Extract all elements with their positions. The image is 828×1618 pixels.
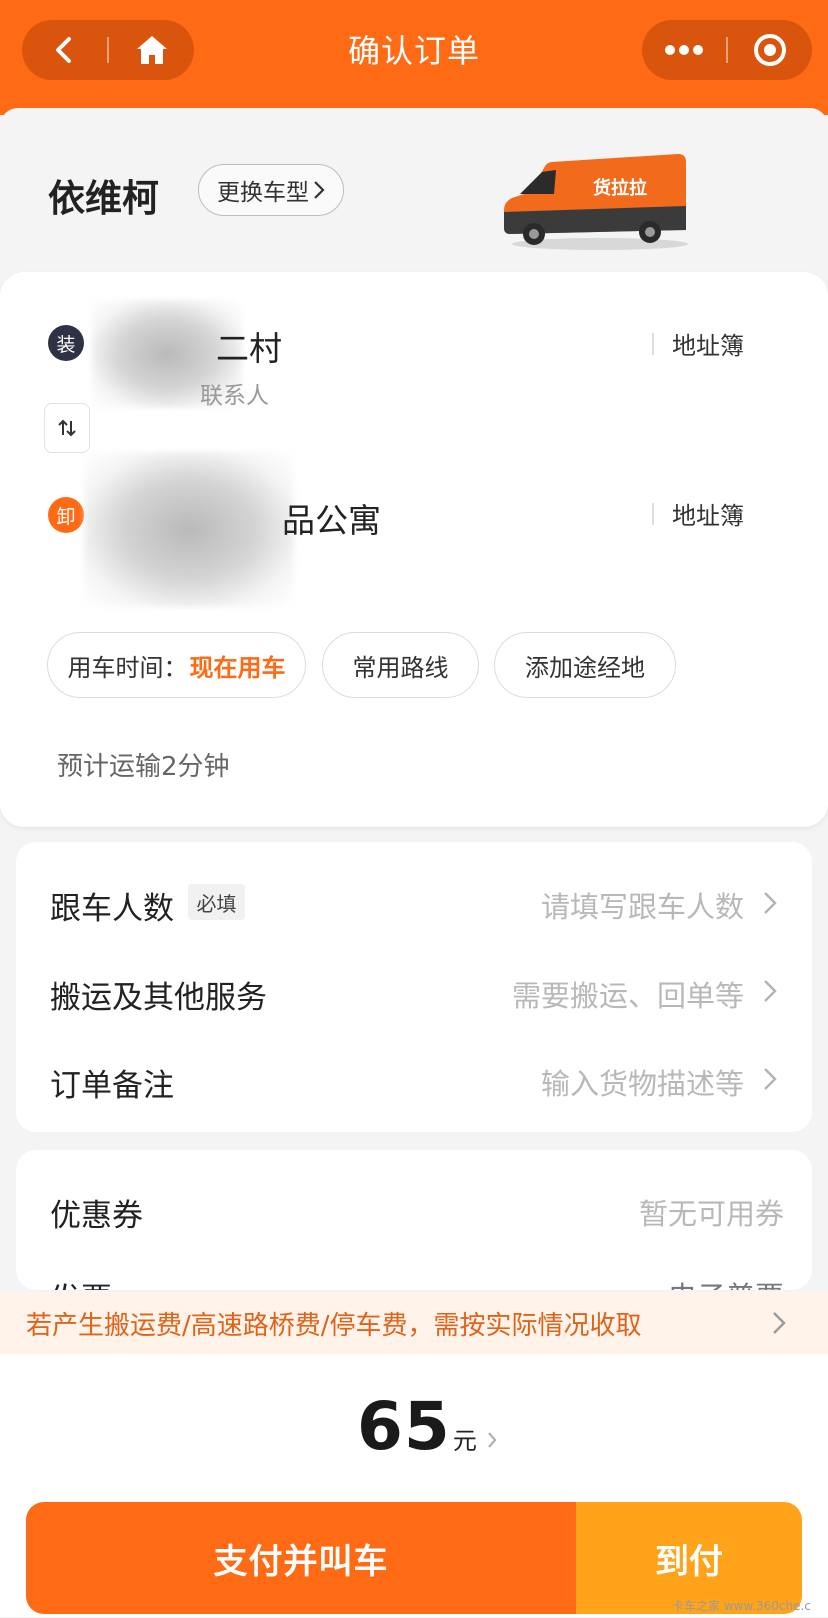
divider [652, 502, 654, 525]
pickup-contact: 联系人 [200, 383, 269, 409]
redacted-dropoff-address [84, 452, 294, 607]
dropoff-address-book-button[interactable]: 地址簿 [652, 496, 744, 531]
price-amount: 65 [357, 1388, 451, 1465]
option-placeholder: 请填写跟车人数 [540, 890, 744, 924]
watermark: 卡车之家 www.360che.c [672, 1599, 811, 1613]
chevron-right-icon [764, 980, 777, 1002]
coupon-card: 优惠券 暂无可用券 发票 电子普票 [16, 1150, 812, 1290]
close-miniapp-button[interactable] [728, 20, 812, 80]
pickup-address-book-label: 地址簿 [672, 332, 744, 360]
truck-logo-text: 货拉拉 [593, 177, 647, 198]
departure-time-label: 用车时间： [67, 653, 188, 682]
required-tag: 必填 [188, 884, 245, 920]
target-close-icon [754, 34, 786, 66]
option-label: 订单备注 [50, 1068, 174, 1104]
option-label: 搬运及其他服务 [50, 980, 267, 1016]
chevron-right-icon [488, 1432, 497, 1448]
navigation-bar: 确认订单 [0, 0, 828, 115]
price-unit: 元 [452, 1427, 477, 1455]
pay-and-call-button[interactable]: 支付并叫车 [26, 1502, 576, 1614]
divider [652, 332, 654, 355]
vehicle-type-name: 依维柯 [48, 177, 159, 220]
more-dots-icon [665, 45, 703, 55]
option-placeholder: 需要搬运、回单等 [511, 979, 744, 1013]
dropoff-address[interactable]: 品公寓 [282, 494, 381, 542]
dropoff-address-book-label: 地址簿 [672, 502, 744, 530]
common-route-chip[interactable]: 常用路线 [322, 632, 479, 698]
departure-time-chip[interactable]: 用车时间： 现在用车 [47, 632, 306, 698]
invoice-label: 发票 [50, 1274, 112, 1290]
chevron-right-icon [314, 181, 325, 199]
swap-arrows-icon [58, 419, 76, 437]
extra-fees-notice[interactable]: 若产生搬运费/高速路桥费/停车费，需按实际情况收取 [0, 1292, 828, 1354]
dropoff-badge: 卸 [48, 497, 84, 533]
price-summary[interactable]: 65 元 [357, 1388, 497, 1465]
chevron-right-icon [773, 1312, 786, 1334]
pickup-badge: 装 [48, 325, 84, 361]
add-stop-chip[interactable]: 添加途经地 [494, 632, 676, 698]
coupon-label: 优惠券 [50, 1198, 143, 1234]
option-label: 跟车人数 [50, 891, 174, 927]
chevron-right-icon [764, 1068, 777, 1090]
swap-addresses-button[interactable] [44, 403, 90, 453]
option-placeholder: 输入货物描述等 [540, 1067, 744, 1101]
van-illustration: 货拉拉 [504, 154, 688, 250]
more-button[interactable] [642, 20, 726, 80]
departure-time-value: 现在用车 [189, 653, 286, 682]
chevron-right-icon [764, 892, 777, 914]
invoice-value: 电子普票 [668, 1274, 784, 1290]
pickup-address[interactable]: 二村 [216, 322, 282, 370]
pickup-address-book-button[interactable]: 地址簿 [652, 326, 744, 361]
notice-text: 若产生搬运费/高速路桥费/停车费，需按实际情况收取 [26, 1311, 642, 1341]
change-vehicle-label: 更换车型 [217, 180, 309, 206]
change-vehicle-button[interactable]: 更换车型 [198, 164, 344, 216]
nav-right-capsule [642, 20, 812, 80]
coupon-value: 暂无可用券 [638, 1197, 784, 1231]
estimated-transit-time: 预计运输2分钟 [57, 752, 230, 782]
